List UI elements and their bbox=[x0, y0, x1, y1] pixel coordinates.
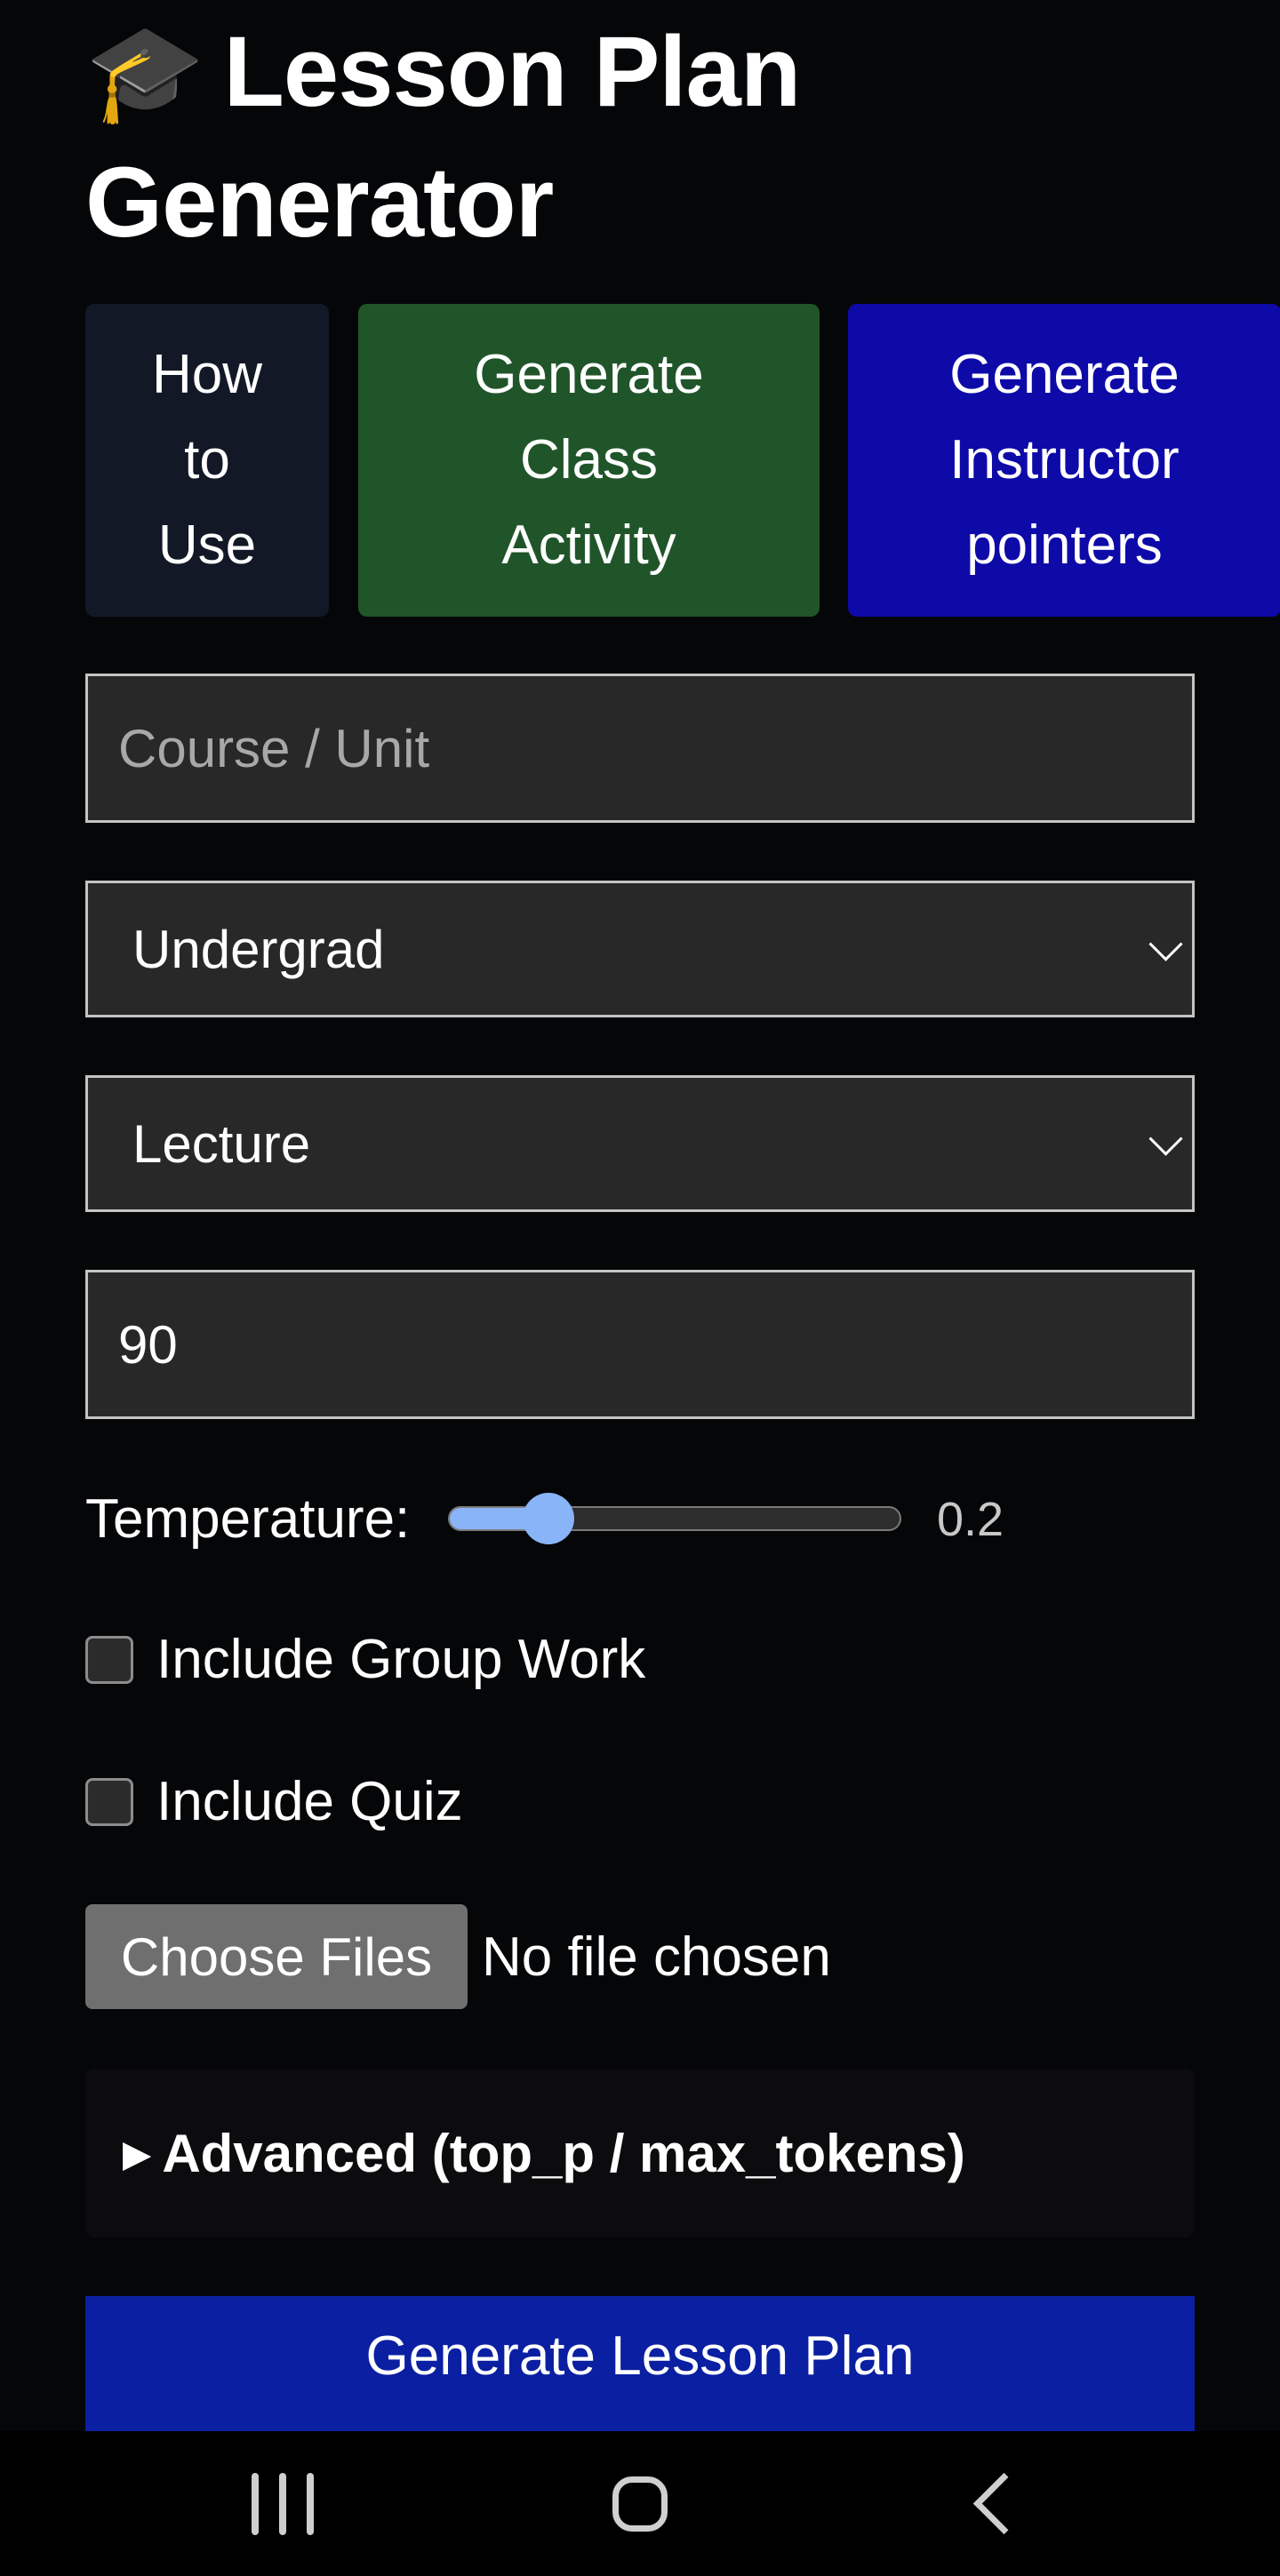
include-group-work-checkbox[interactable] bbox=[85, 1636, 133, 1684]
level-select[interactable]: Undergrad bbox=[85, 881, 1195, 1017]
temperature-slider[interactable] bbox=[448, 1493, 908, 1544]
slider-thumb[interactable] bbox=[522, 1493, 574, 1544]
android-navigation-bar bbox=[0, 2431, 1280, 2576]
format-select[interactable]: Lecture bbox=[85, 1075, 1195, 1212]
back-button[interactable] bbox=[927, 2431, 1069, 2576]
home-icon bbox=[612, 2476, 668, 2532]
advanced-settings-label[interactable]: Advanced (top_p / max_tokens) bbox=[162, 2123, 965, 2184]
file-upload-row: Choose Files No file chosen bbox=[85, 1904, 1195, 2009]
home-button[interactable] bbox=[569, 2431, 711, 2576]
level-select-value: Undergrad bbox=[132, 919, 385, 979]
back-icon bbox=[972, 2472, 1035, 2535]
top-button-row: How to Use Generate Class Activity Gener… bbox=[85, 304, 1280, 617]
course-unit-input[interactable]: Course / Unit bbox=[85, 674, 1195, 823]
temperature-label: Temperature: bbox=[85, 1488, 411, 1550]
slider-track bbox=[448, 1506, 901, 1531]
include-group-work-row[interactable]: Include Group Work bbox=[85, 1624, 1195, 1695]
format-select-value: Lecture bbox=[132, 1113, 311, 1174]
recent-apps-icon bbox=[252, 2472, 314, 2535]
include-quiz-checkbox[interactable] bbox=[85, 1778, 133, 1826]
graduation-cap-icon: 🎓 bbox=[85, 19, 204, 126]
page-title: 🎓 Lesson Plan Generator bbox=[85, 7, 1195, 267]
minutes-input[interactable]: 90 bbox=[85, 1270, 1195, 1419]
choose-files-button[interactable]: Choose Files bbox=[85, 1904, 468, 2009]
recent-apps-button[interactable] bbox=[212, 2431, 354, 2576]
generate-class-activity-button[interactable]: Generate Class Activity bbox=[358, 304, 820, 617]
triangle-right-icon: ▶ bbox=[123, 2132, 152, 2174]
how-to-use-button[interactable]: How to Use bbox=[85, 304, 329, 617]
chevron-down-icon bbox=[1148, 927, 1183, 961]
file-status: No file chosen bbox=[482, 1926, 831, 1988]
temperature-row: Temperature: 0.2 bbox=[85, 1479, 1195, 1559]
include-quiz-label[interactable]: Include Quiz bbox=[156, 1767, 463, 1838]
chevron-down-icon bbox=[1148, 1121, 1183, 1156]
advanced-settings-toggle[interactable]: ▶ Advanced (top_p / max_tokens) bbox=[85, 2069, 1195, 2237]
temperature-value: 0.2 bbox=[937, 1493, 1004, 1546]
include-quiz-row[interactable]: Include Quiz bbox=[85, 1767, 1195, 1838]
include-group-work-label[interactable]: Include Group Work bbox=[156, 1624, 645, 1695]
generate-instructor-pointers-button[interactable]: Generate Instructor pointers bbox=[848, 304, 1280, 617]
generate-lesson-plan-button[interactable]: Generate Lesson Plan bbox=[85, 2296, 1195, 2431]
